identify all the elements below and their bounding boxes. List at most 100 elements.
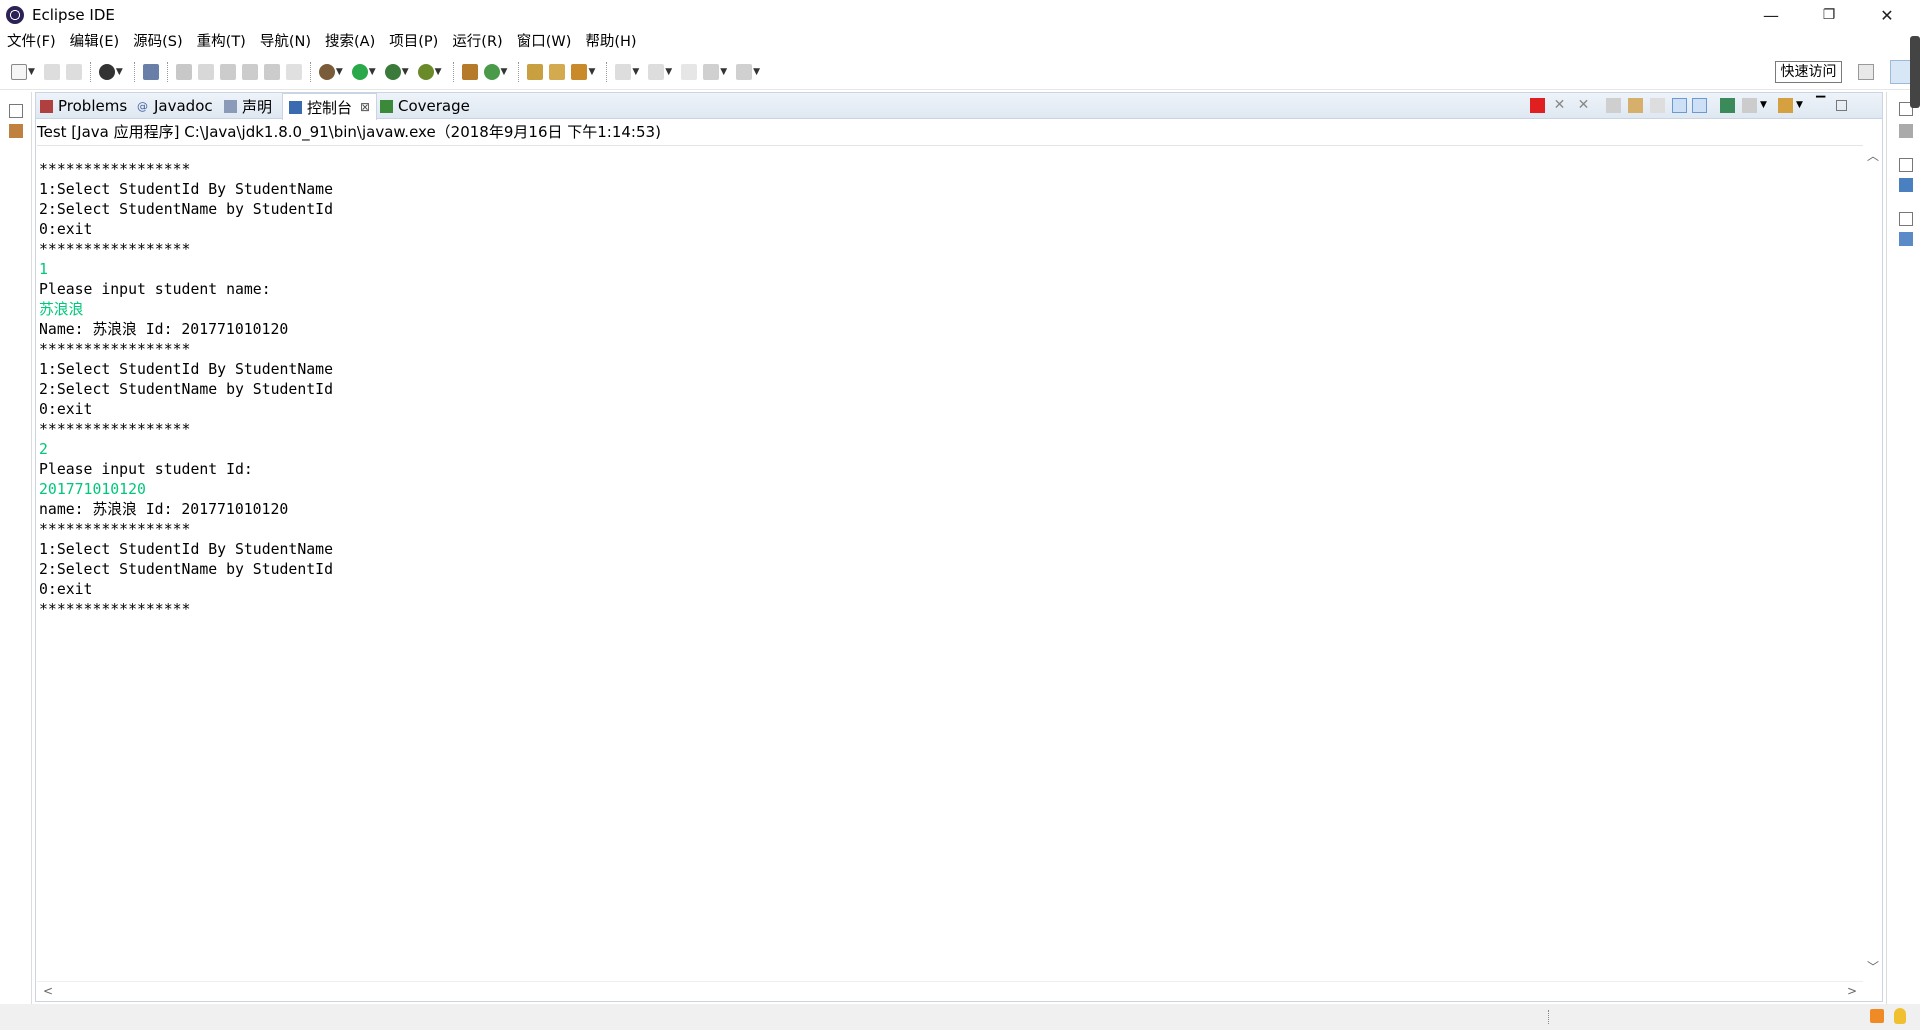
menu-help[interactable]: 帮助(H) (578, 30, 643, 54)
show-on-stdout-icon[interactable] (1672, 98, 1687, 113)
word-wrap-icon[interactable] (1650, 98, 1665, 113)
maximize-view-icon[interactable] (1836, 100, 1847, 111)
title-bar: Eclipse IDE — ❐ ✕ (0, 0, 1920, 30)
horizontal-scrollbar[interactable]: < > (37, 981, 1863, 1001)
skip-breakpoints-icon[interactable] (142, 63, 159, 80)
forward-icon[interactable] (736, 63, 753, 80)
debug-icon[interactable] (318, 63, 335, 80)
prev-annotation-icon[interactable] (241, 63, 258, 80)
close-tab-icon[interactable]: ⊠ (360, 100, 370, 114)
profile-dropdown-icon[interactable]: ▼ (116, 67, 123, 77)
eclipse-logo-icon (6, 6, 24, 24)
run-icon[interactable] (351, 63, 368, 80)
console-output-line: 0:exit (39, 221, 93, 238)
close-button[interactable]: ✕ (1858, 0, 1916, 30)
coverage-run-icon[interactable] (384, 63, 401, 80)
pin-console-icon[interactable] (1720, 98, 1735, 113)
console-output-line: 2:Select StudentName by StudentId (39, 201, 333, 218)
view-icon[interactable] (1899, 232, 1913, 246)
maximize-button[interactable]: ❐ (1800, 0, 1858, 30)
open-console-icon[interactable] (1778, 98, 1793, 113)
open-console-dropdown-icon[interactable]: ▼ (1796, 98, 1811, 113)
menu-source[interactable]: 源码(S) (126, 30, 190, 54)
menu-search[interactable]: 搜索(A) (318, 30, 382, 54)
save-all-icon[interactable] (65, 63, 82, 80)
terminate-icon[interactable] (1530, 98, 1545, 113)
new-dropdown-icon[interactable]: ▼ (28, 67, 35, 77)
toggle-mark-icon[interactable] (175, 63, 192, 80)
coverage-dropdown-icon[interactable]: ▼ (402, 67, 409, 77)
restore-icon[interactable] (9, 104, 23, 118)
next-edit-icon[interactable] (615, 63, 632, 80)
menu-navigate[interactable]: 导航(N) (253, 30, 318, 54)
tab-declaration[interactable]: 声明 (224, 93, 272, 119)
prev-edit-dropdown-icon[interactable]: ▼ (665, 67, 672, 77)
run-dropdown-icon[interactable]: ▼ (369, 67, 376, 77)
search-dropdown-icon[interactable]: ▼ (588, 67, 595, 77)
tab-problems[interactable]: Problems (40, 93, 127, 119)
new-java-class-icon[interactable] (483, 63, 500, 80)
tab-javadoc[interactable]: @ Javadoc (136, 93, 213, 119)
scroll-up-icon[interactable]: ︿ (1867, 147, 1879, 164)
whitespace-icon[interactable] (285, 63, 302, 80)
remove-launch-icon[interactable]: ✕ (1552, 98, 1567, 113)
menu-file[interactable]: 文件(F) (0, 30, 63, 54)
menu-run[interactable]: 运行(R) (445, 30, 509, 54)
last-edit-location-icon[interactable] (681, 63, 698, 80)
minimize-button[interactable]: — (1742, 0, 1800, 30)
minimize-view-icon[interactable]: ▔ (1816, 97, 1831, 113)
open-perspective-icon[interactable] (1858, 64, 1874, 80)
console-input-line: 1 (39, 261, 48, 278)
new-icon[interactable] (11, 63, 27, 80)
open-task-icon[interactable] (549, 63, 566, 80)
vertical-scrollbar[interactable]: ︿ ﹀ (1864, 145, 1882, 977)
package-explorer-icon[interactable] (9, 124, 23, 138)
back-icon[interactable] (703, 63, 720, 80)
console-output-line: 0:exit (39, 401, 93, 418)
scroll-down-icon[interactable]: ﹀ (1867, 958, 1879, 975)
prev-edit-icon[interactable] (648, 63, 665, 80)
scroll-right-icon[interactable]: > (1847, 984, 1857, 998)
menu-project[interactable]: 项目(P) (382, 30, 445, 54)
forward-dropdown-icon[interactable]: ▼ (753, 67, 760, 77)
back-dropdown-icon[interactable]: ▼ (720, 67, 727, 77)
open-type-icon[interactable] (527, 63, 544, 80)
console-output-line: 1:Select StudentId By StudentName (39, 361, 333, 378)
tab-console[interactable]: 控制台 ⊠ (282, 93, 378, 120)
window-scroll-thumb[interactable] (1910, 36, 1920, 108)
scroll-lock-icon[interactable] (1628, 98, 1643, 113)
next-edit-dropdown-icon[interactable]: ▼ (632, 67, 639, 77)
external-tools-icon[interactable] (417, 63, 434, 80)
console-output-line: name: 苏浪浪 Id: 201771010120 (39, 501, 289, 518)
profile-icon[interactable] (98, 63, 115, 80)
save-icon[interactable] (43, 63, 60, 80)
display-console-icon[interactable] (1742, 98, 1757, 113)
task-list-icon[interactable] (1899, 124, 1913, 138)
rss-icon[interactable] (1870, 1009, 1884, 1023)
menu-window[interactable]: 窗口(W) (510, 30, 579, 54)
restore-icon[interactable] (1899, 212, 1913, 226)
menu-bar: 文件(F) 编辑(E) 源码(S) 重构(T) 导航(N) 搜索(A) 项目(P… (0, 30, 1920, 54)
console-output[interactable]: ***************** 1:Select StudentId By S… (37, 145, 1863, 977)
external-tools-dropdown-icon[interactable]: ▼ (435, 67, 442, 77)
menu-edit[interactable]: 编辑(E) (63, 30, 126, 54)
restore-icon[interactable] (1899, 158, 1913, 172)
block-selection-icon[interactable] (263, 63, 280, 80)
clear-console-icon[interactable] (1606, 98, 1621, 113)
next-annotation-icon[interactable] (219, 63, 236, 80)
search-icon[interactable] (571, 63, 588, 80)
console-input-line: 201771010120 (39, 481, 146, 498)
show-on-stderr-icon[interactable] (1692, 98, 1707, 113)
scroll-left-icon[interactable]: < (43, 984, 53, 998)
remove-all-terminated-icon[interactable]: ✕ (1576, 98, 1591, 113)
quick-access-input[interactable]: 快速访问 (1775, 61, 1842, 83)
new-class-dropdown-icon[interactable]: ▼ (501, 67, 508, 77)
tab-coverage[interactable]: Coverage (380, 93, 470, 119)
tip-lightbulb-icon[interactable] (1894, 1008, 1906, 1024)
menu-refactor[interactable]: 重构(T) (190, 30, 253, 54)
new-java-project-icon[interactable] (461, 63, 478, 80)
debug-dropdown-icon[interactable]: ▼ (336, 67, 343, 77)
display-console-dropdown-icon[interactable]: ▼ (1760, 98, 1775, 113)
annotation-icon[interactable] (197, 63, 214, 80)
outline-icon[interactable] (1899, 178, 1913, 192)
